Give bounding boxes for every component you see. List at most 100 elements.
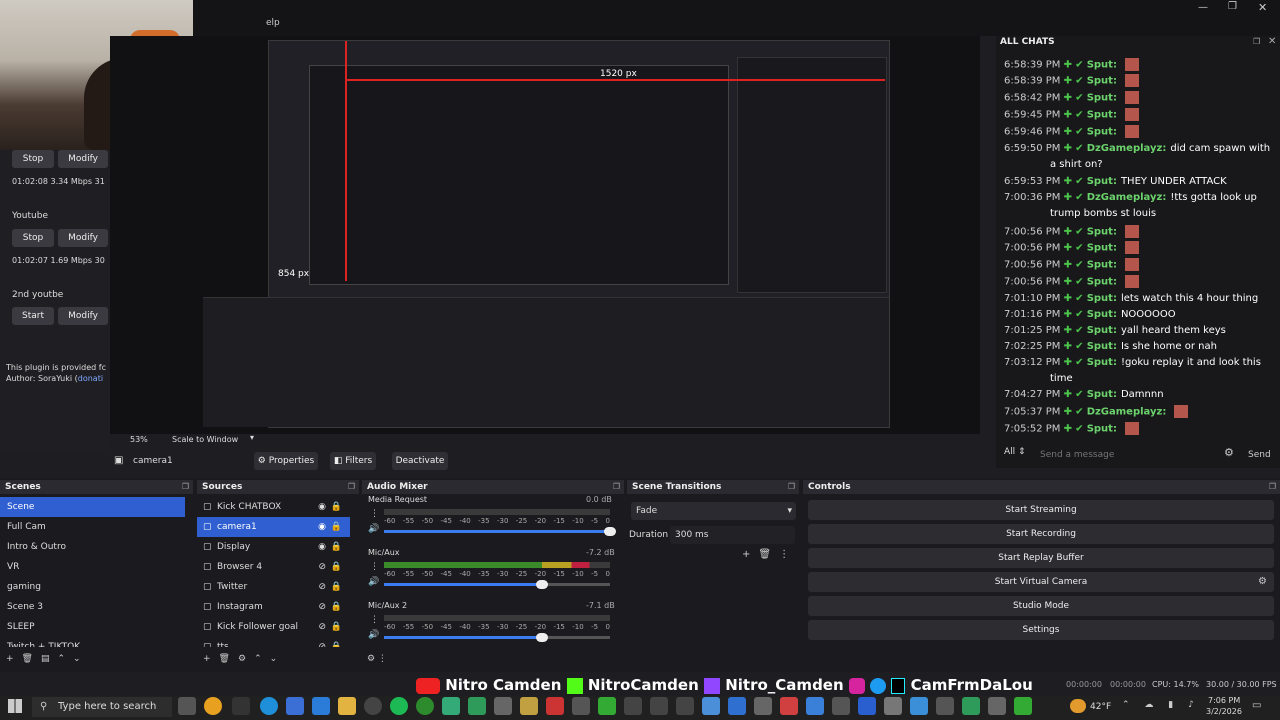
taskbar-search[interactable]: ⚲ Type here to search (32, 697, 172, 717)
lock-icon[interactable]: 🔒 (331, 497, 342, 517)
visibility-eye-icon[interactable]: ◉ (318, 537, 326, 557)
scene-item[interactable]: VR (0, 557, 185, 577)
source-item[interactable]: ▢ Display ◉ 🔒 (197, 537, 350, 557)
control-button[interactable]: Start Streaming (808, 500, 1274, 520)
lock-icon[interactable]: 🔒 (331, 557, 342, 577)
taskbar-app-icon[interactable] (780, 697, 798, 715)
chat-username[interactable]: Sput: (1087, 357, 1117, 368)
source-item[interactable]: ▢ Kick Follower goal ⊘ 🔒 (197, 617, 350, 637)
chat-username[interactable]: Sput: (1087, 309, 1117, 320)
source-item[interactable]: ▢ Kick CHATBOX ◉ 🔒 (197, 497, 350, 517)
source-item[interactable]: ▢ camera1 ◉ 🔒 (197, 517, 350, 537)
undock-icon[interactable]: ❐ (348, 480, 355, 494)
taskbar-app-icon[interactable] (702, 697, 720, 715)
taskbar-app-icon[interactable] (884, 697, 902, 715)
chevron-down-icon[interactable]: ⌄ (270, 654, 286, 664)
control-button[interactable]: Start Virtual Camera (808, 572, 1274, 592)
taskbar-app-icon[interactable] (962, 697, 980, 715)
spotify-icon[interactable] (390, 697, 408, 715)
taskbar-app-icon[interactable] (858, 697, 876, 715)
task-view-icon[interactable] (232, 697, 250, 715)
visibility-eye-icon[interactable]: ◉ (318, 517, 326, 537)
source-item[interactable]: ▢ tts ⊘ 🔒 (197, 637, 350, 647)
trash-icon[interactable]: 🗑 (219, 654, 238, 664)
transition-select[interactable]: Fade ▾ (631, 502, 796, 520)
chat-username[interactable]: Sput: (1087, 60, 1117, 71)
chat-username[interactable]: Sput: (1087, 93, 1117, 104)
deactivate-button[interactable]: Deactivate (392, 452, 448, 470)
modify-button[interactable]: Modify (58, 229, 108, 247)
trash-icon[interactable]: 🗑 (758, 549, 779, 560)
taskbar-app-icon[interactable] (494, 697, 512, 715)
system-tray-icons[interactable]: ⌃ ☁ ▮ ♪ (1122, 700, 1200, 710)
chat-username[interactable]: DzGameplayz: (1087, 143, 1167, 154)
scale-mode[interactable]: Scale to Window (172, 435, 238, 444)
taskbar-app-icon[interactable] (832, 697, 850, 715)
lock-icon[interactable]: 🔒 (331, 537, 342, 557)
settings-icon[interactable]: ⚙ (1224, 446, 1234, 459)
duration-field[interactable]: 300 ms (670, 526, 795, 544)
chat-close-icon[interactable]: ✕ (1268, 36, 1276, 47)
lock-icon[interactable]: 🔒 (331, 517, 342, 537)
channel-menu-icon[interactable]: ⋮ (370, 509, 379, 519)
add-icon[interactable]: + (742, 549, 758, 560)
taskbar-app-icon[interactable] (936, 697, 954, 715)
more-icon[interactable]: ⋮ (779, 549, 797, 560)
lock-icon[interactable]: 🔒 (331, 577, 342, 597)
filters-button[interactable]: ◧ Filters (330, 452, 376, 470)
speaker-icon[interactable]: 🔊 (368, 524, 379, 534)
scene-item[interactable]: Scene (0, 497, 185, 517)
clock-date[interactable]: 3/2/2026 (1206, 707, 1242, 716)
donate-link[interactable]: donati (78, 374, 103, 383)
clock-time[interactable]: 7:06 PM (1208, 696, 1240, 705)
lock-icon[interactable]: 🔒 (331, 597, 342, 617)
source-item[interactable]: ▢ Browser 4 ⊘ 🔒 (197, 557, 350, 577)
volume-slider[interactable] (384, 580, 610, 589)
chat-filter[interactable]: All ⇕ (1004, 447, 1034, 463)
zoom-level[interactable]: 53% (130, 435, 148, 444)
chat-username[interactable]: Sput: (1087, 127, 1117, 138)
chat-username[interactable]: Sput: (1087, 176, 1117, 187)
add-icon[interactable]: + (203, 654, 219, 664)
temperature[interactable]: 42°F (1090, 702, 1111, 712)
chevron-up-icon[interactable]: ⌃ (58, 654, 74, 664)
chat-username[interactable]: Sput: (1087, 325, 1117, 336)
volume-slider-handle[interactable] (604, 527, 616, 536)
xbox-icon[interactable] (416, 697, 434, 715)
chat-username[interactable]: Sput: (1087, 424, 1117, 435)
notification-icon[interactable]: ▭ (1252, 700, 1261, 711)
channel-menu-icon[interactable]: ⋮ (370, 562, 379, 572)
chat-username[interactable]: DzGameplayz: (1087, 407, 1167, 418)
control-button[interactable]: Start Replay Buffer (808, 548, 1274, 568)
taskbar-app-icon[interactable] (806, 697, 824, 715)
visibility-eye-icon[interactable]: ⊘ (318, 557, 326, 577)
visibility-eye-icon[interactable]: ◉ (318, 497, 326, 517)
visibility-eye-icon[interactable]: ⊘ (318, 577, 326, 597)
chat-username[interactable]: Sput: (1087, 293, 1117, 304)
taskbar-app-icon[interactable] (910, 697, 928, 715)
mixer-gear-icon[interactable]: ⚙ ⋮ (367, 654, 387, 664)
chat-username[interactable]: Sput: (1087, 277, 1117, 288)
close-icon[interactable]: ✕ (1258, 1, 1267, 14)
taskbar-app-icon[interactable] (624, 697, 642, 715)
modify-button[interactable]: Modify (58, 307, 108, 325)
lock-icon[interactable]: 🔒 (331, 637, 342, 647)
scene-item[interactable]: SLEEP (0, 617, 185, 637)
chat-username[interactable]: Sput: (1087, 260, 1117, 271)
chevron-up-icon[interactable]: ⌃ (254, 654, 270, 664)
chat-username[interactable]: Sput: (1087, 76, 1117, 87)
chat-username[interactable]: Sput: (1087, 227, 1117, 238)
source-item[interactable]: ▢ Twitter ⊘ 🔒 (197, 577, 350, 597)
undock-icon[interactable]: ❐ (182, 480, 189, 494)
virtual-camera-gear-icon[interactable]: ⚙ (1258, 576, 1267, 587)
add-icon[interactable]: + (6, 654, 22, 664)
chat-float-icon[interactable]: ❐ (1253, 37, 1260, 46)
speaker-icon[interactable]: 🔊 (368, 577, 379, 587)
undock-icon[interactable]: ❐ (1269, 480, 1276, 494)
taskbar-app-icon[interactable] (286, 697, 304, 715)
taskbar-app-icon[interactable] (754, 697, 772, 715)
taskbar-app-icon[interactable] (728, 697, 746, 715)
taskbar-app-icon[interactable] (650, 697, 668, 715)
source-item[interactable]: ▢ Instagram ⊘ 🔒 (197, 597, 350, 617)
scene-item[interactable]: Twitch + TIKTOK (0, 637, 185, 647)
